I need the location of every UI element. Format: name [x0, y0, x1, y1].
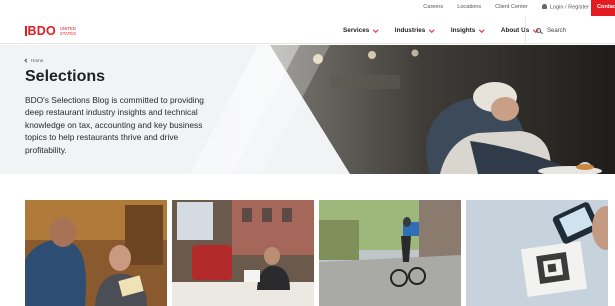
nav-item-insights[interactable]: Insights — [450, 27, 485, 34]
login-register-label: Login / Register — [549, 4, 589, 11]
utility-link-locations[interactable]: Locations — [457, 4, 481, 11]
utility-link-careers[interactable]: Careers — [423, 4, 443, 11]
logo-subtitle-line2: STATES — [59, 30, 76, 36]
article-card-grid — [25, 200, 615, 306]
logo-bar — [25, 26, 27, 36]
nav-services-label: Services — [343, 27, 370, 34]
breadcrumb-home: Home — [31, 58, 44, 63]
user-icon — [541, 4, 547, 9]
qr-code-phone-photo — [466, 200, 608, 306]
main-header: BDO UNITED STATES Services Industries In… — [0, 17, 615, 44]
nav-insights-label: Insights — [450, 27, 476, 34]
search-label: Search — [547, 27, 567, 34]
chevron-left-icon — [24, 58, 29, 63]
article-card-2[interactable] — [172, 200, 314, 306]
utility-bar: Careers Locations Client Center Login / … — [0, 0, 615, 17]
restaurant-interior-photo — [172, 200, 314, 306]
logo-wordmark: BDO — [25, 24, 56, 38]
search-icon — [536, 28, 541, 33]
page-description: BDO's Selections Blog is committed to pr… — [25, 95, 204, 155]
nav-item-industries[interactable]: Industries — [394, 27, 435, 34]
chevron-down-icon — [429, 27, 435, 32]
main-menu: Services Industries Insights About Us — [343, 27, 555, 34]
chevron-down-icon — [373, 27, 379, 32]
logo-subtitle: UNITED STATES — [59, 26, 76, 36]
people-reviewing-document-photo — [25, 200, 167, 306]
nav-item-services[interactable]: Services — [343, 27, 379, 34]
nav-industries-label: Industries — [394, 27, 426, 34]
breadcrumb[interactable]: Home — [24, 58, 44, 63]
login-register-link[interactable]: Login / Register — [541, 4, 589, 11]
article-card-4[interactable] — [466, 200, 608, 306]
chevron-down-icon — [479, 27, 485, 32]
logo-text: BDO — [27, 24, 56, 38]
contact-button[interactable]: Contact — [591, 0, 615, 16]
article-card-1[interactable] — [25, 200, 167, 306]
hero-banner: Home Selections BDO's Selections Blog is… — [0, 45, 615, 174]
bdo-logo[interactable]: BDO UNITED STATES — [25, 24, 76, 38]
page-title: Selections — [25, 68, 106, 85]
utility-link-client-center[interactable]: Client Center — [495, 4, 528, 11]
search-button[interactable]: Search — [525, 17, 615, 44]
utility-links: Careers Locations Client Center Login / … — [423, 4, 589, 11]
article-card-3[interactable] — [319, 200, 461, 306]
delivery-cyclist-photo — [319, 200, 461, 306]
